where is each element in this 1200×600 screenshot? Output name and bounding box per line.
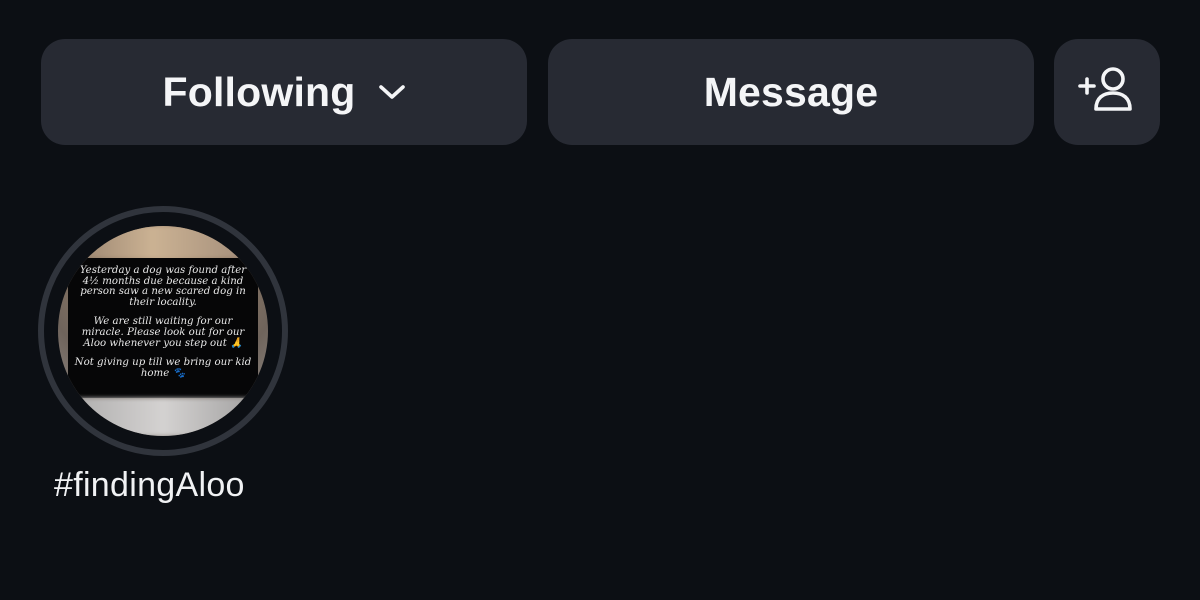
cover-text-paragraph-3: Not giving up till we bring our kid home… <box>74 357 252 379</box>
person-plus-icon <box>1077 65 1137 120</box>
following-label: Following <box>162 68 356 115</box>
chevron-down-icon <box>378 83 406 106</box>
profile-actions-section: Following Message Yesterday a dog was fo… <box>0 0 1200 600</box>
following-button[interactable]: Following <box>41 39 527 145</box>
add-user-button[interactable] <box>1054 39 1160 145</box>
cover-text-paragraph-1: Yesterday a dog was found after 4½ month… <box>79 265 247 308</box>
message-label: Message <box>703 68 879 115</box>
cover-text-paragraph-2: We are still waiting for our miracle. Pl… <box>81 316 245 349</box>
message-button[interactable]: Message <box>548 39 1034 145</box>
highlight-cover-text: Yesterday a dog was found after 4½ month… <box>68 258 258 398</box>
highlight-cover-image: Yesterday a dog was found after 4½ month… <box>58 226 268 436</box>
highlight-label[interactable]: #findingAloo <box>54 466 245 505</box>
story-highlight-finding-aloo[interactable]: Yesterday a dog was found after 4½ month… <box>38 206 288 456</box>
